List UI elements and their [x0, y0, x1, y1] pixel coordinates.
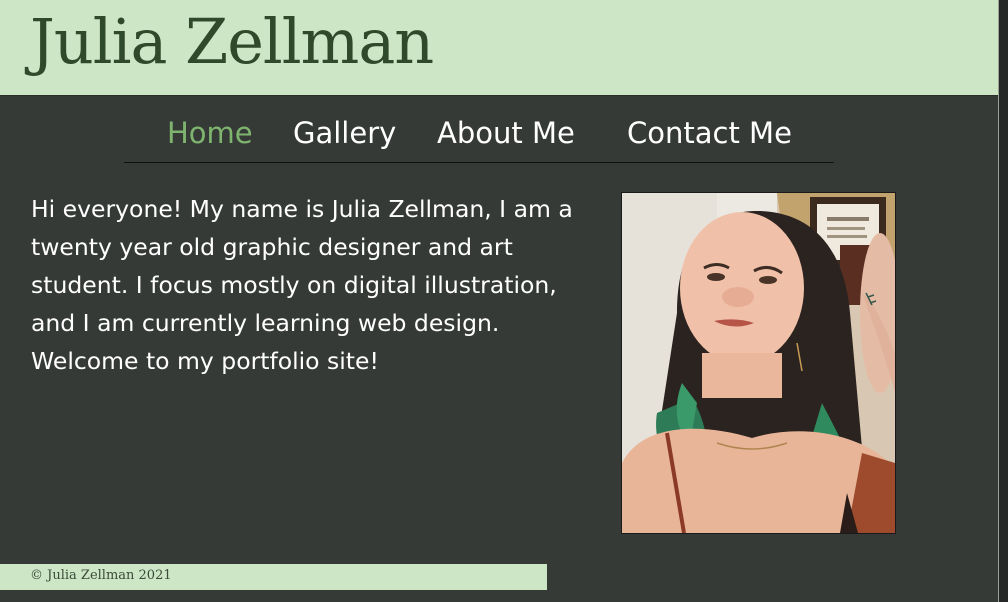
portrait-photo: [621, 192, 896, 534]
main-nav: Home Gallery About Me Contact Me: [124, 112, 834, 163]
site-header: Julia Zellman: [0, 0, 998, 96]
nav-link-contact-me[interactable]: Contact Me: [627, 116, 792, 150]
nav-link-gallery[interactable]: Gallery: [293, 116, 396, 150]
intro-text: Hi everyone! My name is Julia Zellman, I…: [31, 195, 573, 375]
copyright-text: © Julia Zellman 2021: [30, 568, 172, 583]
nav-link-about-me[interactable]: About Me: [437, 116, 575, 150]
nav-link-home[interactable]: Home: [167, 116, 253, 150]
site-title: Julia Zellman: [30, 5, 434, 78]
page-right-edge: [998, 0, 1008, 602]
site-footer: © Julia Zellman 2021: [0, 564, 547, 590]
